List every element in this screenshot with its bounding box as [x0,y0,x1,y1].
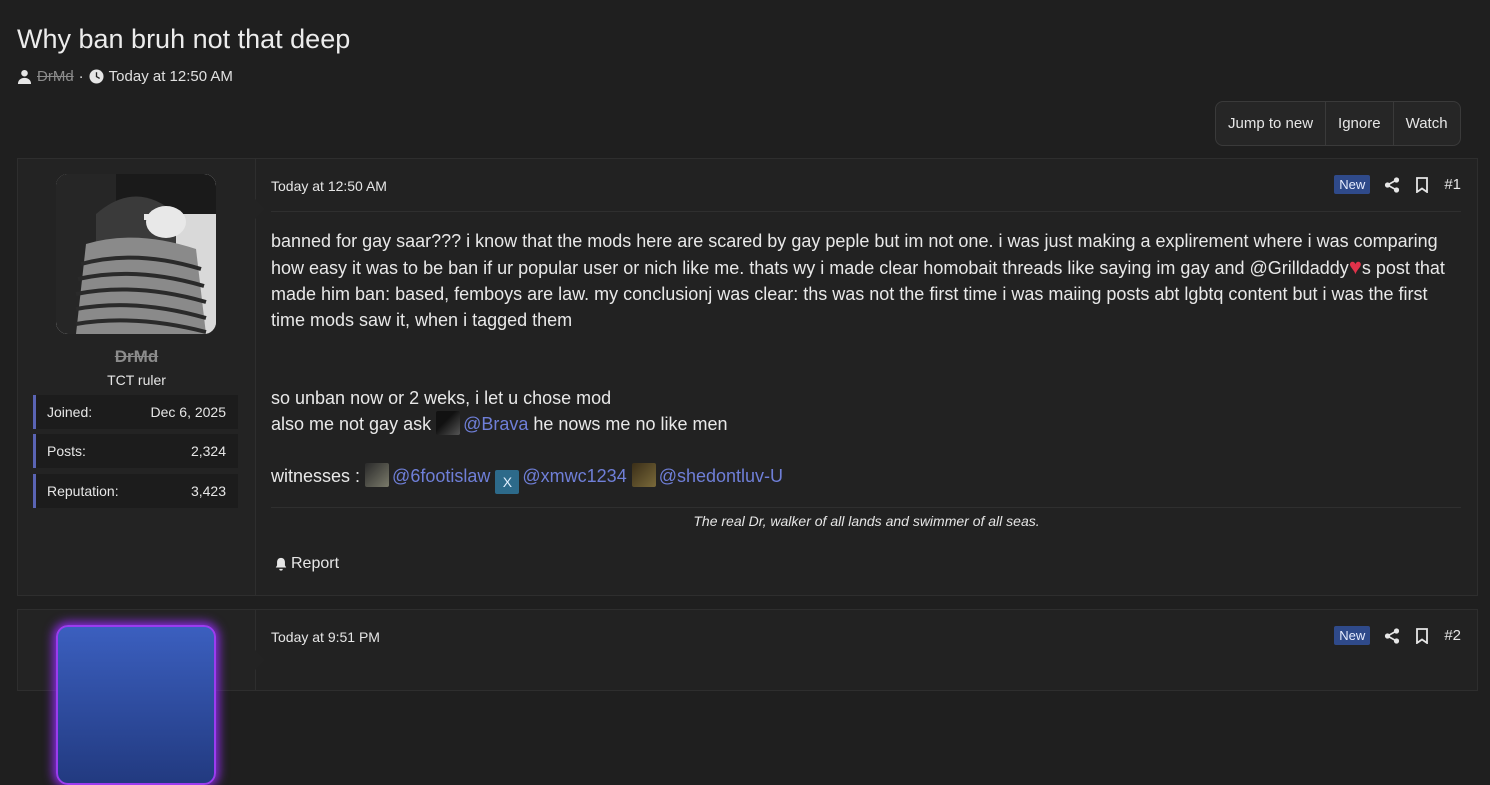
mention-shedontluv-u[interactable]: @shedontluv-U [659,466,783,486]
post-number-link[interactable]: #2 [1444,627,1461,644]
divider [271,211,1461,212]
thread-title: Why ban bruh not that deep [17,24,351,54]
witnesses-label: witnesses : [271,466,366,486]
watch-button[interactable]: Watch [1394,102,1460,145]
paragraph: banned for gay saar??? i know that the m… [271,228,1447,333]
stat-posts: Posts: 2,324 [33,434,238,468]
new-badge: New [1334,626,1371,645]
user-icon [17,69,32,84]
post-content: Today at 9:51 PM New #2 [256,610,1477,690]
new-badge: New [1334,175,1371,194]
heart-emoji-icon: ♥ [1348,254,1362,279]
bookmark-icon[interactable] [1414,176,1430,193]
meta-separator: · [78,68,84,85]
stat-value: 2,324 [190,443,226,459]
stat-value: Dec 6, 2025 [150,404,227,420]
avatar[interactable] [56,174,216,334]
stat-label: Joined: [47,404,93,420]
post-date[interactable]: Today at 9:51 PM [271,629,380,645]
signature-divider [271,507,1461,508]
bell-icon [275,557,287,571]
stat-joined: Joined: Dec 6, 2025 [33,395,238,429]
mention-grilldaddy[interactable]: @Grilldaddy [1250,258,1349,278]
post-body: banned for gay saar??? i know that the m… [271,228,1447,494]
share-icon[interactable] [1384,627,1400,644]
username[interactable]: DrMd [18,347,255,367]
post-number-link[interactable]: #1 [1444,176,1461,193]
jump-to-new-button[interactable]: Jump to new [1216,102,1327,145]
stat-label: Posts: [47,443,86,459]
avatar [631,463,656,487]
thread-actions: Jump to new Ignore Watch [1215,101,1461,146]
avatar: X [495,470,520,494]
mention-6footislaw[interactable]: @6footislaw [392,466,490,486]
report-button[interactable]: Report [274,555,339,573]
post-content: Today at 12:50 AM New #1 banned for gay … [256,159,1477,595]
post-2: Today at 9:51 PM New #2 [17,609,1478,785]
share-icon[interactable] [1384,176,1400,193]
clock-icon [89,69,104,84]
paragraph: so unban now or 2 weks, i let u chose mo… [271,388,612,408]
stat-label: Reputation: [47,483,119,499]
text-segment: also me not gay ask [271,414,437,434]
avatar [436,411,461,435]
post-1: DrMd TCT ruler Joined: Dec 6, 2025 Posts… [17,158,1478,596]
post-user-panel [18,610,265,785]
report-label: Report [291,555,340,572]
bookmark-icon[interactable] [1414,627,1430,644]
text-segment: he nows me no like men [528,414,728,434]
paragraph: also me not gay ask @Brava he nows me no… [271,411,1447,437]
stat-value: 3,423 [190,483,226,499]
thread-meta: DrMd · Today at 12:50 AM [17,68,233,85]
user-title: TCT ruler [107,372,166,388]
stat-reputation: Reputation: 3,423 [33,474,238,508]
thread-author-link[interactable]: DrMd [37,68,74,85]
paragraph: witnesses : @6footislaw X @xmwc1234 @shed… [271,463,1447,494]
post-actions: New #1 [1334,175,1461,194]
signature: The real Dr, walker of all lands and swi… [693,513,1040,529]
post-actions: New #2 [1334,626,1461,645]
post-date[interactable]: Today at 12:50 AM [271,178,387,194]
thread-time[interactable]: Today at 12:50 AM [109,68,233,85]
mention-brava[interactable]: @Brava [463,414,528,434]
avatar [365,463,390,487]
mention-xmwc1234[interactable]: @xmwc1234 [522,466,626,486]
ignore-button[interactable]: Ignore [1326,102,1394,145]
avatar[interactable] [56,625,216,785]
post-user-panel: DrMd TCT ruler Joined: Dec 6, 2025 Posts… [18,159,265,595]
